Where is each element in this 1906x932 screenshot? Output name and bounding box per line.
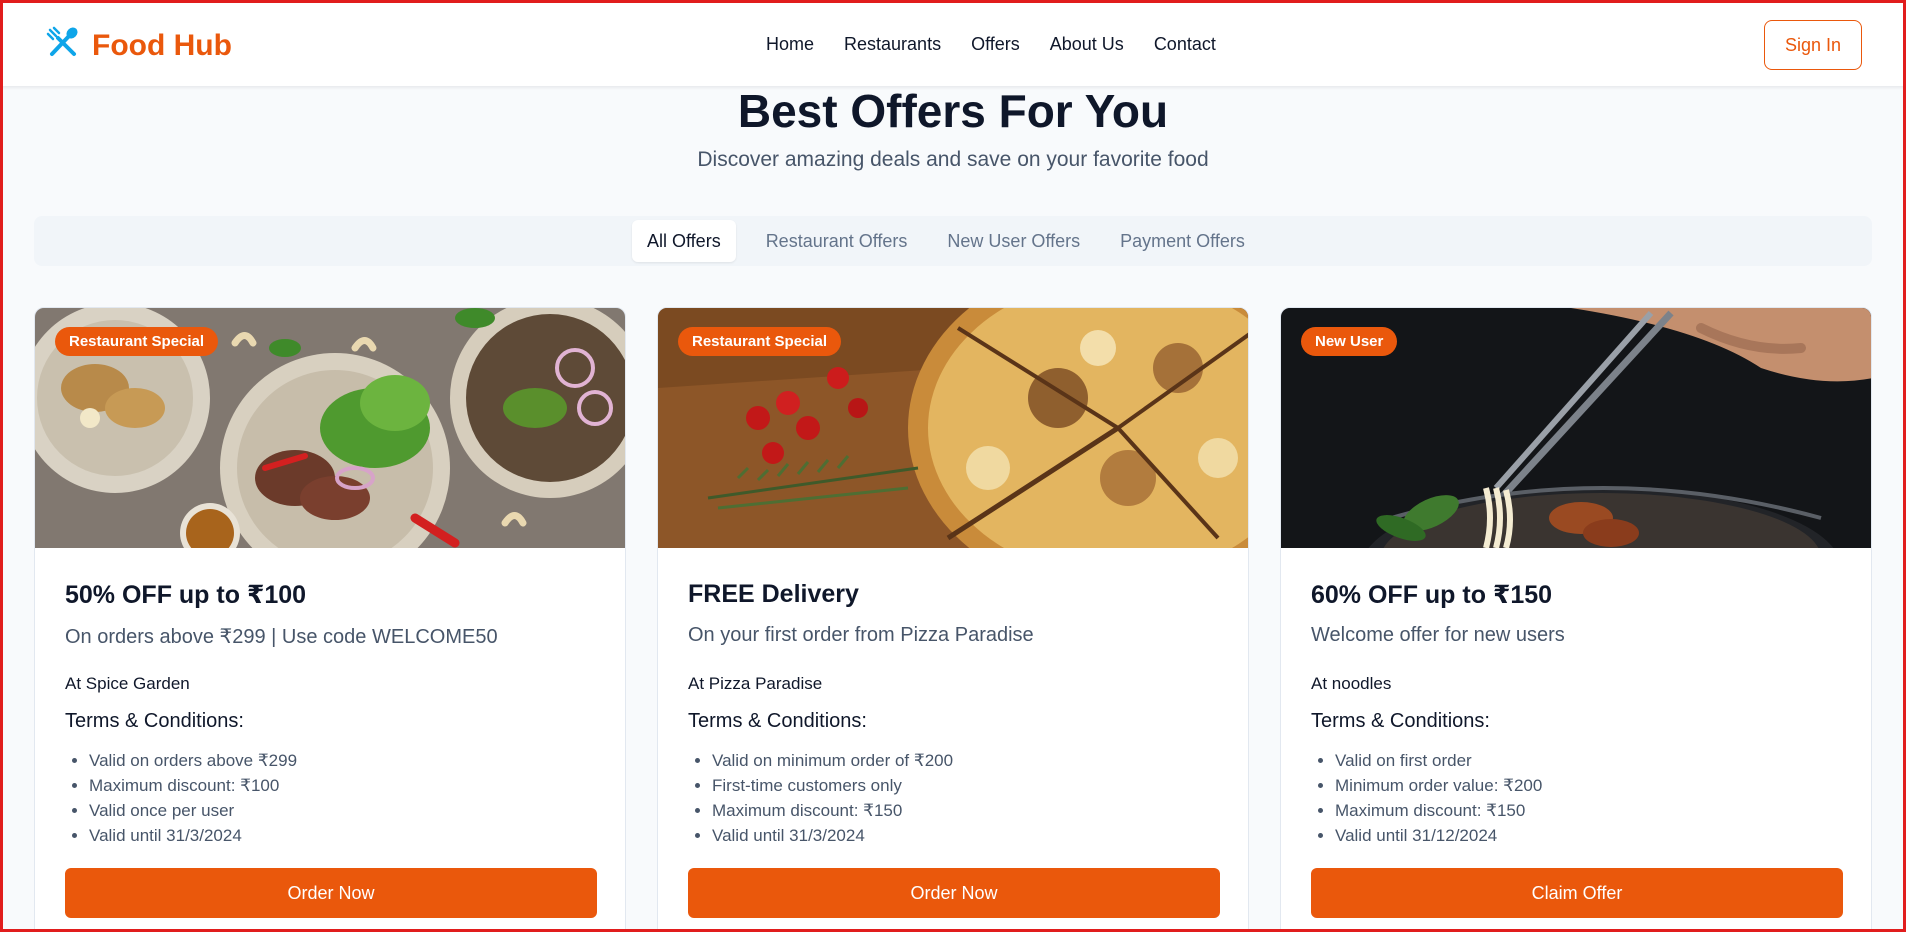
terms-heading: Terms & Conditions:	[65, 710, 244, 732]
offer-restaurant: At noodles	[1311, 674, 1392, 693]
fork-spoon-icon	[46, 26, 80, 65]
offer-restaurant: At Pizza Paradise	[688, 674, 823, 693]
offer-tabs: All Offers Restaurant Offers New User Of…	[632, 220, 1265, 262]
terms-list: Valid on orders above ₹299 Maximum disco…	[89, 748, 297, 848]
offer-restaurant: At Spice Garden	[65, 674, 190, 693]
sign-in-button[interactable]: Sign In	[1764, 20, 1862, 70]
nav-contact[interactable]: Contact	[1154, 34, 1216, 55]
tab-restaurant-offers[interactable]: Restaurant Offers	[746, 220, 928, 262]
offer-description: On your first order from Pizza Paradise	[688, 624, 1034, 646]
terms-item: First-time customers only	[712, 773, 953, 798]
terms-item: Valid on first order	[1335, 748, 1542, 773]
terms-item: Valid once per user	[89, 798, 297, 823]
offer-description: On orders above ₹299 | Use code WELCOME5…	[65, 626, 498, 648]
offer-description: Welcome offer for new users	[1311, 624, 1565, 646]
terms-list: Valid on first order Minimum order value…	[1335, 748, 1542, 848]
terms-heading: Terms & Conditions:	[688, 710, 867, 732]
terms-item: Valid on minimum order of ₹200	[712, 748, 953, 773]
terms-item: Valid until 31/12/2024	[1335, 823, 1542, 848]
terms-item: Maximum discount: ₹150	[712, 798, 953, 823]
claim-offer-button[interactable]: Claim Offer	[1311, 868, 1843, 918]
offer-card: Restaurant Special FREE Delivery On your…	[657, 307, 1249, 932]
offer-title: FREE Delivery	[688, 580, 859, 608]
brand-logo[interactable]: Food Hub	[46, 26, 232, 65]
offer-title: 50% OFF up to ₹100	[65, 581, 307, 609]
terms-list: Valid on minimum order of ₹200 First-tim…	[712, 748, 953, 848]
terms-item: Maximum discount: ₹100	[89, 773, 297, 798]
terms-item: Minimum order value: ₹200	[1335, 773, 1542, 798]
nav-home[interactable]: Home	[766, 34, 814, 55]
offer-card: New User 60% OFF up to ₹150 Welcome offe…	[1280, 307, 1872, 932]
offer-badge: New User	[1301, 327, 1398, 356]
tab-new-user-offers[interactable]: New User Offers	[927, 220, 1100, 262]
page-subtitle: Discover amazing deals and save on your …	[697, 148, 1209, 171]
offer-card: Restaurant Special 50% OFF up to ₹100 On…	[34, 307, 626, 932]
terms-heading: Terms & Conditions:	[1311, 710, 1490, 732]
nav-restaurants[interactable]: Restaurants	[844, 34, 941, 55]
offer-badge: Restaurant Special	[55, 327, 219, 356]
order-now-button[interactable]: Order Now	[688, 868, 1220, 918]
main-nav: Home Restaurants Offers About Us Contact	[766, 34, 1246, 55]
page-title: Best Offers For You	[737, 85, 1169, 137]
brand-name: Food Hub	[92, 28, 232, 62]
terms-item: Valid until 31/3/2024	[712, 823, 953, 848]
nav-offers[interactable]: Offers	[971, 34, 1020, 55]
offer-badge: Restaurant Special	[678, 327, 842, 356]
offer-title: 60% OFF up to ₹150	[1311, 581, 1553, 609]
terms-item: Maximum discount: ₹150	[1335, 798, 1542, 823]
terms-item: Valid on orders above ₹299	[89, 748, 297, 773]
site-header: Food Hub Home Restaurants Offers About U…	[0, 0, 1906, 86]
tab-payment-offers[interactable]: Payment Offers	[1100, 220, 1265, 262]
terms-item: Valid until 31/3/2024	[89, 823, 297, 848]
order-now-button[interactable]: Order Now	[65, 868, 597, 918]
nav-about-us[interactable]: About Us	[1050, 34, 1124, 55]
tab-all-offers[interactable]: All Offers	[632, 220, 736, 262]
